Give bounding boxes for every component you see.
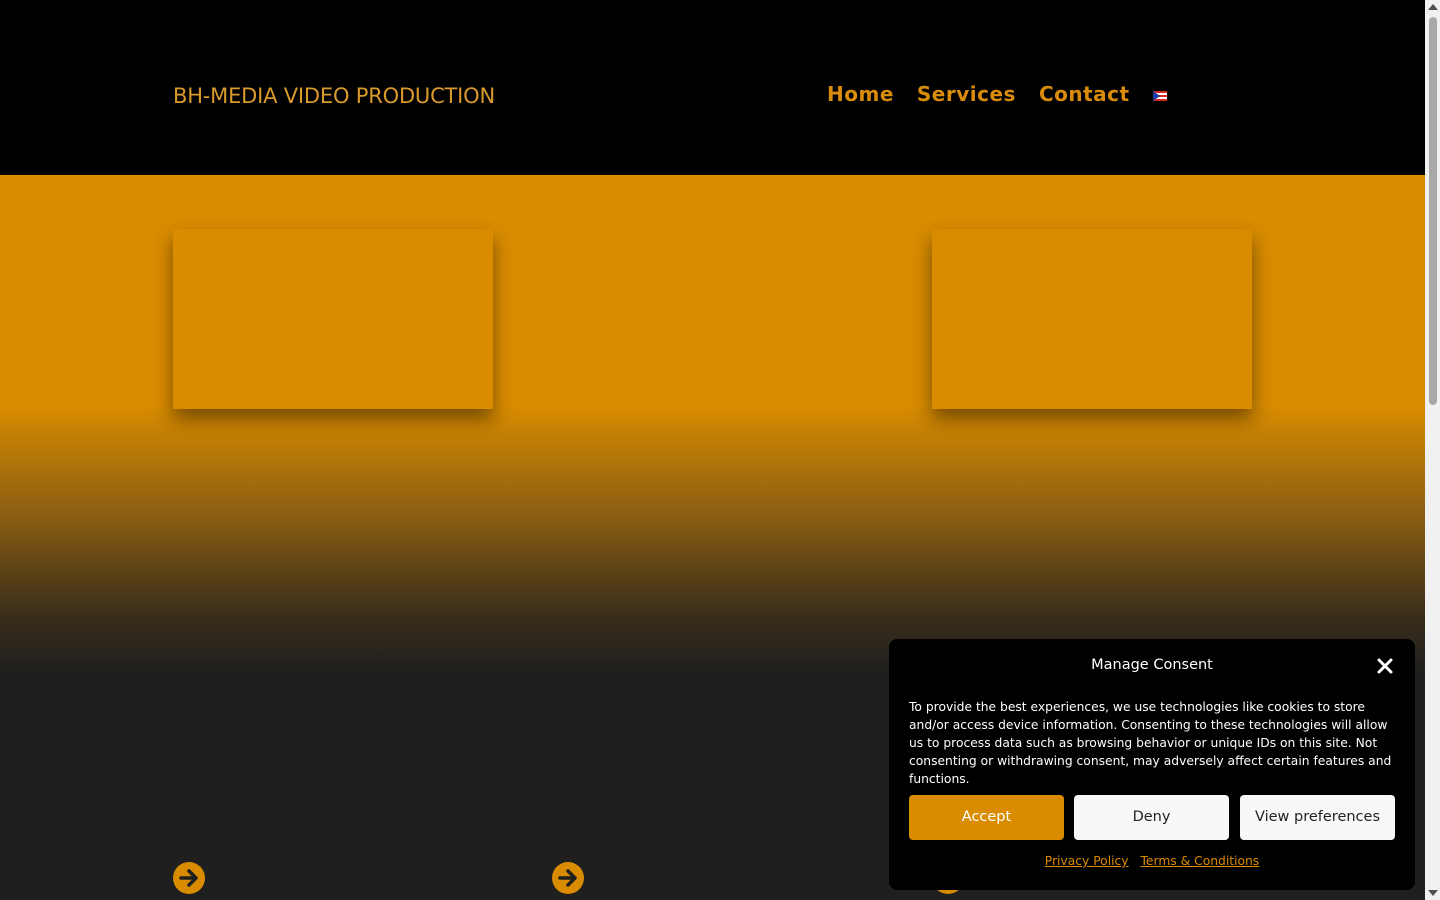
nav-contact[interactable]: Contact [1039, 82, 1130, 106]
nav-services[interactable]: Services [917, 82, 1016, 106]
consent-title: Manage Consent [1091, 657, 1213, 673]
scroll-up-arrow-icon[interactable] [1428, 4, 1438, 10]
consent-message: To provide the best experiences, we use … [909, 700, 1392, 786]
accept-button[interactable]: Accept [909, 795, 1064, 840]
scroll-down-arrow-icon[interactable] [1428, 890, 1438, 896]
puerto-rico-flag-icon[interactable] [1152, 91, 1167, 101]
consent-links: Privacy Policy Terms & Conditions [889, 854, 1415, 868]
hero-card-left [173, 229, 493, 409]
view-preferences-button[interactable]: View preferences [1240, 795, 1395, 840]
nav-home[interactable]: Home [827, 82, 894, 106]
hero-card-right [932, 229, 1252, 409]
scroll-thumb[interactable] [1429, 17, 1437, 405]
consent-dialog: Manage Consent To provide the best exper… [889, 639, 1415, 890]
terms-link[interactable]: Terms & Conditions [1141, 854, 1260, 868]
arrow-right-icon[interactable] [173, 862, 205, 894]
close-icon[interactable] [1375, 656, 1395, 676]
arrow-right-icon[interactable] [552, 862, 584, 894]
page-scrollbar[interactable] [1425, 0, 1440, 900]
site-header: BH-MEDIA VIDEO PRODUCTION Home Services … [0, 0, 1425, 175]
site-logo[interactable]: BH-MEDIA VIDEO PRODUCTION [173, 84, 495, 108]
main-nav: Home Services Contact [827, 82, 1167, 106]
deny-button[interactable]: Deny [1074, 795, 1229, 840]
privacy-policy-link[interactable]: Privacy Policy [1045, 854, 1129, 868]
